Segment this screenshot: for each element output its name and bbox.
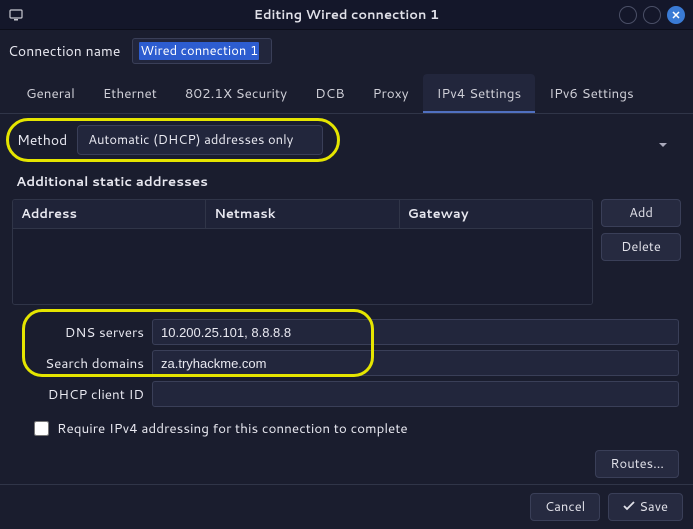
close-button[interactable] bbox=[667, 6, 685, 24]
save-label: Save bbox=[639, 498, 668, 516]
connection-name-label: Connection name bbox=[8, 41, 120, 61]
check-icon bbox=[623, 498, 635, 516]
delete-button[interactable]: Delete bbox=[601, 233, 681, 261]
tab-security[interactable]: 802.1X Security bbox=[171, 74, 301, 113]
titlebar: Editing Wired connection 1 bbox=[0, 0, 693, 30]
method-highlight: Method Automatic (DHCP) addresses only bbox=[6, 118, 340, 162]
method-select[interactable]: Automatic (DHCP) addresses only bbox=[77, 125, 323, 155]
require-ipv4-checkbox[interactable] bbox=[34, 421, 49, 436]
dns-input[interactable] bbox=[152, 319, 679, 345]
addresses-body[interactable] bbox=[13, 229, 592, 304]
connection-name-row: Connection name Wired connection 1 bbox=[0, 30, 693, 74]
save-button[interactable]: Save bbox=[608, 493, 683, 521]
app-icon bbox=[8, 7, 24, 23]
addresses-table[interactable]: Address Netmask Gateway bbox=[12, 199, 593, 305]
search-row: Search domains bbox=[14, 350, 679, 376]
tabbar: General Ethernet 802.1X Security DCB Pro… bbox=[0, 74, 693, 114]
require-ipv4-label: Require IPv4 addressing for this connect… bbox=[57, 419, 408, 438]
routes-button[interactable]: Routes… bbox=[595, 450, 679, 478]
tab-dcb[interactable]: DCB bbox=[301, 74, 359, 113]
addresses-label: Additional static addresses bbox=[12, 172, 681, 191]
window-title: Editing Wired connection 1 bbox=[0, 6, 693, 24]
search-input[interactable] bbox=[152, 350, 679, 376]
addresses-header: Address Netmask Gateway bbox=[13, 200, 592, 229]
header-gateway[interactable]: Gateway bbox=[400, 200, 592, 228]
connection-name-value: Wired connection 1 bbox=[139, 42, 259, 60]
method-value: Automatic (DHCP) addresses only bbox=[88, 131, 293, 149]
header-address[interactable]: Address bbox=[13, 200, 206, 228]
tab-ipv6[interactable]: IPv6 Settings bbox=[535, 74, 648, 113]
add-button[interactable]: Add bbox=[601, 199, 681, 227]
dhcp-id-row: DHCP client ID bbox=[14, 381, 679, 407]
header-netmask[interactable]: Netmask bbox=[206, 200, 399, 228]
dns-label: DNS servers bbox=[14, 323, 144, 342]
dhcp-id-label: DHCP client ID bbox=[14, 385, 144, 404]
tab-ipv4[interactable]: IPv4 Settings bbox=[423, 74, 536, 113]
method-label: Method bbox=[17, 130, 67, 150]
dhcp-id-input[interactable] bbox=[152, 381, 679, 407]
tab-general[interactable]: General bbox=[12, 74, 89, 113]
ipv4-pane: Method Automatic (DHCP) addresses only A… bbox=[0, 114, 693, 484]
addresses-block: Address Netmask Gateway Add Delete bbox=[12, 199, 681, 305]
dns-row: DNS servers bbox=[14, 319, 679, 345]
search-label: Search domains bbox=[14, 354, 144, 373]
minimize-button[interactable] bbox=[619, 6, 637, 24]
tab-proxy[interactable]: Proxy bbox=[359, 74, 423, 113]
dialog-footer: Cancel Save bbox=[0, 484, 693, 529]
tab-ethernet[interactable]: Ethernet bbox=[89, 74, 171, 113]
method-row: Method Automatic (DHCP) addresses only bbox=[15, 123, 331, 157]
connection-name-input[interactable]: Wired connection 1 bbox=[132, 38, 272, 64]
maximize-button[interactable] bbox=[643, 6, 661, 24]
require-ipv4-row: Require IPv4 addressing for this connect… bbox=[12, 415, 681, 440]
cancel-button[interactable]: Cancel bbox=[530, 493, 600, 521]
chevron-down-icon bbox=[657, 136, 669, 154]
